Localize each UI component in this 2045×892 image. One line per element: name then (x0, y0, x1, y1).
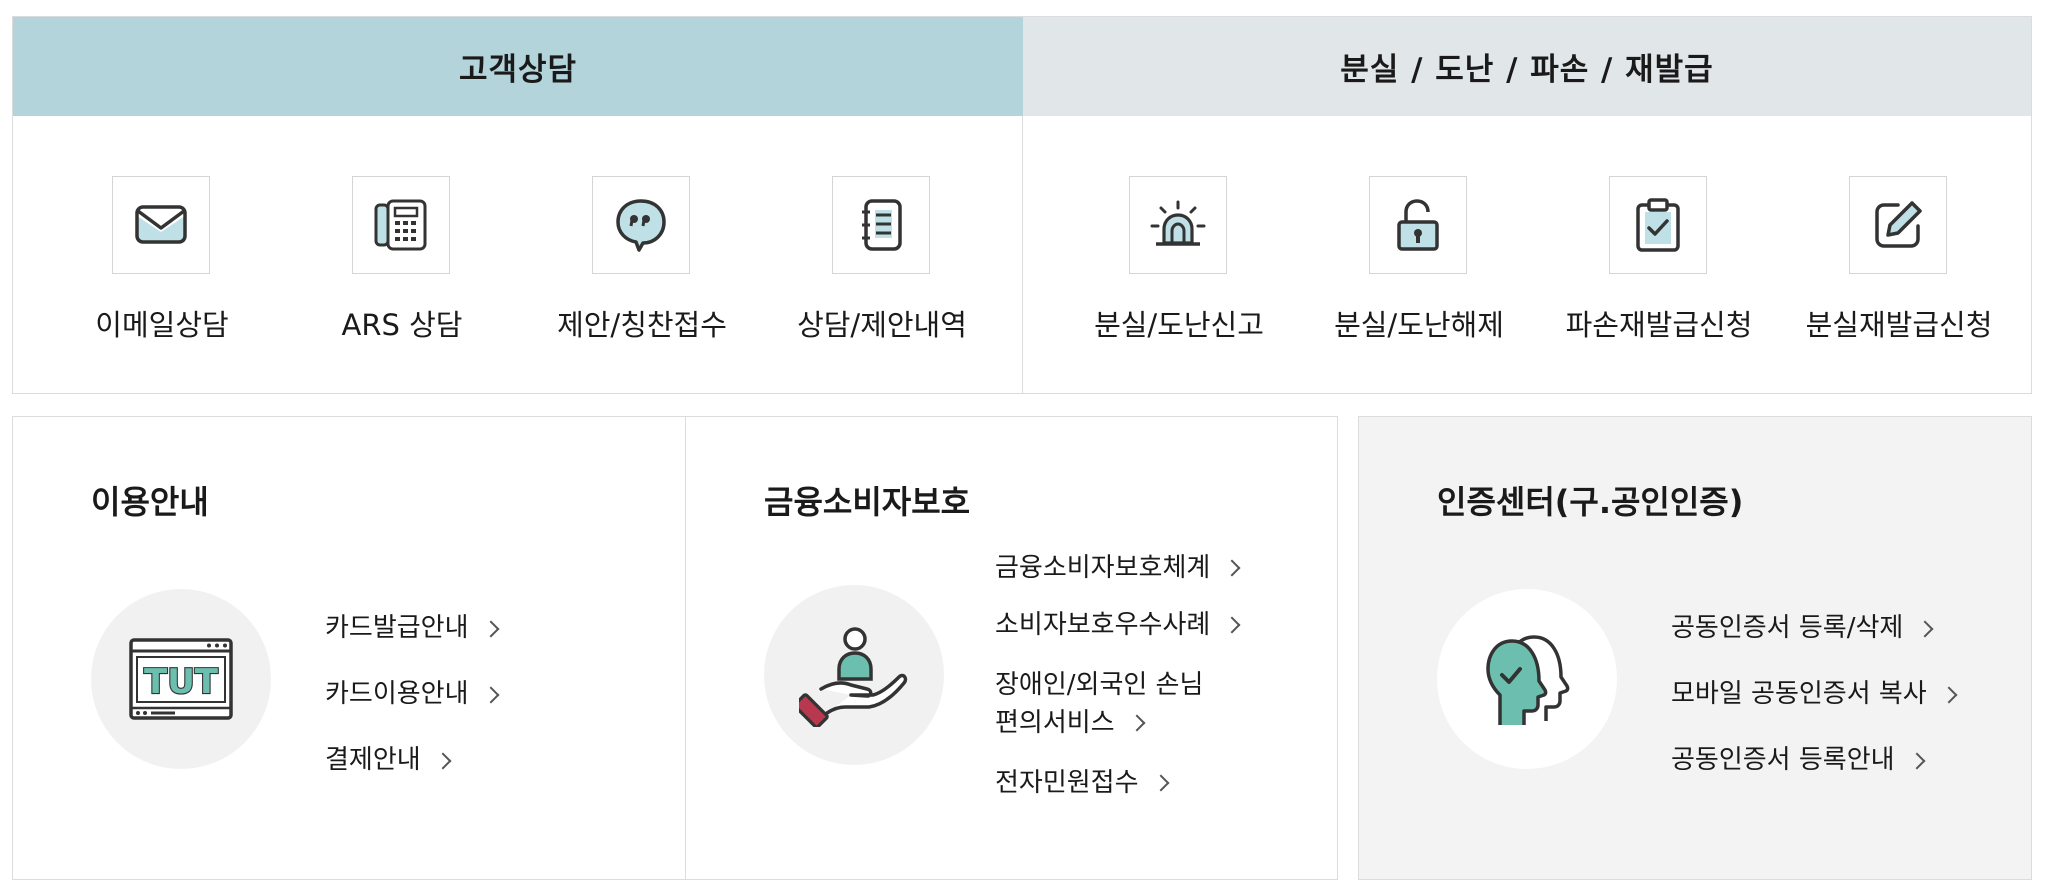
clipboard-icon-box (1609, 176, 1707, 274)
suggestion-label: 제안/칭찬접수 (557, 308, 727, 342)
damage-reissue-button[interactable]: 파손재발급신청 (1539, 176, 1779, 342)
report-loss-button[interactable]: 분실/도난신고 (1059, 176, 1299, 342)
face-check-icon (1486, 635, 1570, 725)
ars-consult-button[interactable]: ARS 상담 (282, 176, 522, 342)
customer-service-page: 고객상담 분실 / 도난 / 파손 / 재발급 이메일상담 ARS 상담 제안/… (0, 0, 2045, 892)
consumer-protection-illustration (764, 585, 944, 765)
consumer-protection-title: 금융소비자보호 (764, 483, 971, 521)
siren-icon (1150, 200, 1206, 246)
certificate-center-card: 인증센터(구.공인인증) 공동인증서 등록/삭제 모바일 공동인증서 복사 공동… (1358, 416, 2032, 880)
unlock-icon-box (1369, 176, 1467, 274)
consult-history-button[interactable]: 상담/제안내역 (762, 176, 1002, 342)
report-loss-label: 분실/도난신고 (1094, 308, 1264, 342)
chevron-right-icon (482, 686, 500, 703)
chevron-right-icon (1152, 774, 1170, 792)
payment-guide-text: 결제안내 (325, 745, 421, 775)
usage-guide-illustration: TUT T (91, 589, 271, 769)
usage-guide-links: 카드발급안내 카드이용안내 결제안내 (325, 595, 500, 793)
browser-window-icon: TUT T (129, 638, 233, 720)
card-issue-guide-text: 카드발급안내 (325, 613, 469, 643)
accessibility-service-text-line1: 장애인/외국인 손님 (995, 669, 1204, 700)
suggestion-button[interactable]: 제안/칭찬접수 (522, 176, 762, 342)
certificate-center-illustration (1437, 589, 1617, 769)
phone-icon-box (352, 176, 450, 274)
edit-icon-box (1849, 176, 1947, 274)
envelope-icon (135, 205, 187, 244)
usage-guide-title: 이용안내 (91, 483, 209, 521)
chevron-right-icon (1128, 714, 1146, 732)
card-usage-guide-link[interactable]: 카드이용안내 (325, 661, 500, 727)
email-icon-box (112, 176, 210, 274)
notebook-icon (862, 199, 902, 251)
notebook-icon-box (832, 176, 930, 274)
accessibility-service-text-line2: 편의서비스 (995, 707, 1115, 738)
payment-guide-link[interactable]: 결제안내 (325, 727, 497, 793)
chevron-right-icon (1908, 752, 1926, 769)
certificate-center-title: 인증센터(구.공인인증) (1437, 483, 1744, 521)
usage-guide-card: 이용안내 TUT T 카드발급안내 카드이용안내 결제안내 (12, 416, 686, 880)
chevron-right-icon (1916, 620, 1934, 637)
tab-loss-theft-reissue[interactable]: 분실 / 도난 / 파손 / 재발급 (1023, 17, 2031, 116)
chevron-right-icon (482, 620, 500, 637)
certificate-center-links: 공동인증서 등록/삭제 모바일 공동인증서 복사 공동인증서 등록안내 (1671, 595, 1958, 793)
consumer-protection-links: 금융소비자보호체계 소비자보호우수사례 장애인/외국인 손님 편의서비스 전자민… (995, 539, 1241, 811)
protection-system-link[interactable]: 금융소비자보호체계 (995, 539, 1241, 596)
e-complaint-link[interactable]: 전자민원접수 (995, 754, 1238, 811)
email-consult-button[interactable]: 이메일상담 (42, 176, 282, 342)
email-consult-label: 이메일상담 (95, 308, 229, 342)
panel-divider (1022, 116, 1023, 394)
chevron-right-icon (1223, 559, 1241, 577)
hand-person-icon (799, 627, 908, 727)
cert-register-guide-text: 공동인증서 등록안내 (1671, 745, 1895, 775)
e-complaint-text: 전자민원접수 (995, 767, 1139, 798)
best-practices-link[interactable]: 소비자보호우수사례 (995, 596, 1241, 653)
cert-register-delete-link[interactable]: 공동인증서 등록/삭제 (1671, 595, 1955, 661)
loss-reissue-label: 분실재발급신청 (1805, 308, 1993, 342)
unlock-icon (1397, 199, 1439, 251)
siren-icon-box (1129, 176, 1227, 274)
accessibility-service-line2: 편의서비스 (995, 704, 1146, 742)
release-loss-label: 분실/도난해제 (1334, 308, 1504, 342)
card-usage-guide-text: 카드이용안내 (325, 679, 469, 709)
damage-reissue-label: 파손재발급신청 (1565, 308, 1753, 342)
cert-register-guide-link[interactable]: 공동인증서 등록안내 (1671, 727, 1955, 793)
accessibility-service-link[interactable]: 장애인/외국인 손님 편의서비스 (995, 653, 1238, 754)
cert-register-delete-text: 공동인증서 등록/삭제 (1671, 613, 1904, 643)
tab-customer-consultation[interactable]: 고객상담 (13, 17, 1023, 116)
ars-consult-label: ARS 상담 (341, 308, 463, 342)
card-issue-guide-link[interactable]: 카드발급안내 (325, 595, 500, 661)
chevron-right-icon (1223, 616, 1241, 634)
protection-system-text: 금융소비자보호체계 (995, 552, 1211, 583)
edit-icon (1875, 201, 1922, 248)
mobile-cert-copy-link[interactable]: 모바일 공동인증서 복사 (1671, 661, 1958, 727)
quick-menu-panel: 고객상담 분실 / 도난 / 파손 / 재발급 이메일상담 ARS 상담 제안/… (12, 16, 2032, 394)
consult-history-label: 상담/제안내역 (797, 308, 967, 342)
best-practices-text: 소비자보호우수사례 (995, 609, 1211, 640)
speech-icon-box (592, 176, 690, 274)
chevron-right-icon (434, 752, 452, 769)
loss-reissue-button[interactable]: 분실재발급신청 (1779, 176, 2019, 342)
mobile-cert-copy-text: 모바일 공동인증서 복사 (1671, 679, 1927, 709)
phone-icon (374, 199, 427, 251)
chevron-right-icon (1940, 686, 1958, 703)
consumer-protection-card: 금융소비자보호 금융소비자보호체계 소비자보호우수사례 장애인/외국인 손님 편… (685, 416, 1338, 880)
release-loss-button[interactable]: 분실/도난해제 (1299, 176, 1539, 342)
speech-bubble-icon (616, 199, 666, 252)
clipboard-check-icon (1636, 198, 1680, 252)
